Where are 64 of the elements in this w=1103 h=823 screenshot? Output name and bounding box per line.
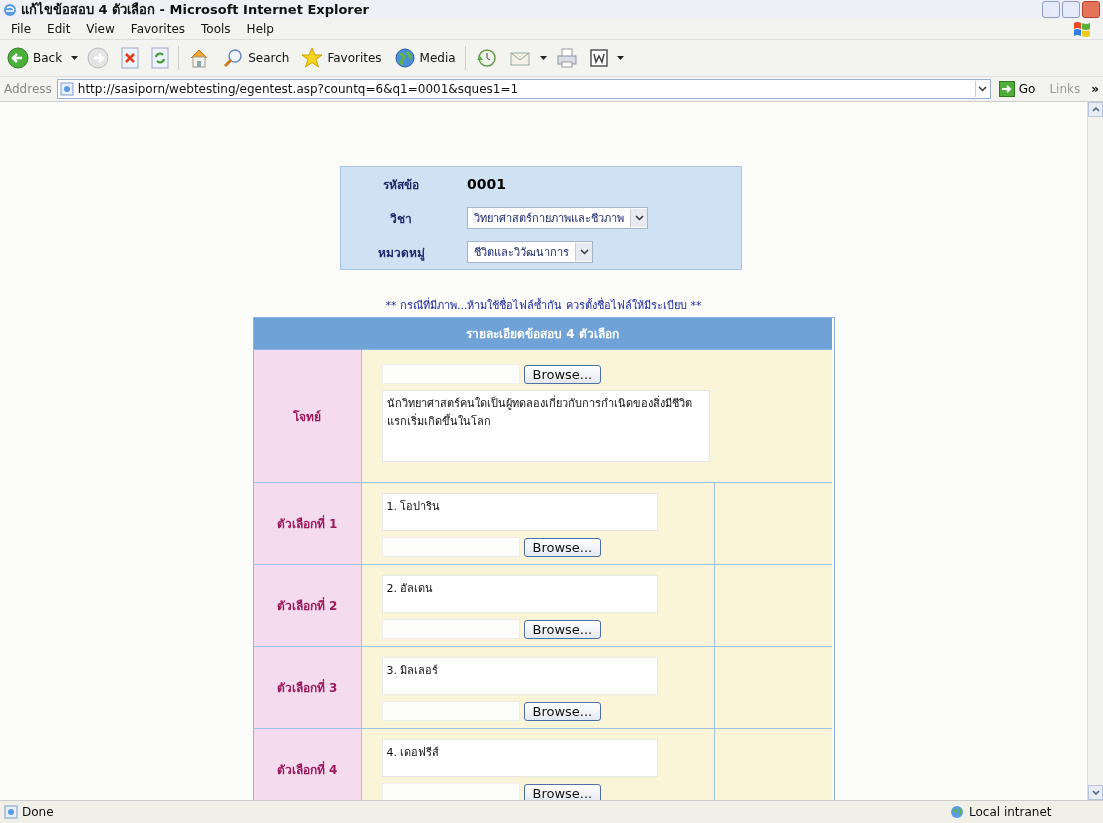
window-title: แก้ไขข้อสอบ 4 ตัวเลือก - Microsoft Internet Explorer [21, 1, 370, 19]
dropdown-field[interactable]: วิทยาศาสตร์กายภาพและชีวภาพ [467, 207, 648, 229]
toolbar-button[interactable]: Search [219, 45, 293, 71]
file-path-field[interactable] [381, 701, 520, 721]
security-zone-text: Local intranet [969, 805, 1053, 819]
question-code: 0001 [467, 176, 506, 192]
row-label: ตัวเลือกที่ 1 [253, 483, 362, 565]
go-button[interactable]: Go [995, 81, 1039, 97]
vertical-scrollbar[interactable] [1087, 102, 1103, 800]
choice-text-field[interactable]: 3. มิลเลอร์ [381, 657, 658, 695]
menu-item[interactable]: Help [239, 21, 281, 37]
printer-icon [555, 47, 578, 69]
browse-button[interactable]: Browse... [523, 364, 602, 384]
browse-button[interactable]: Browse... [523, 783, 602, 800]
stop-icon [121, 47, 140, 69]
row-label: ตัวเลือกที่ 4 [253, 729, 362, 800]
field-label: รหัสข้อ [382, 176, 420, 194]
row-label: โจทย์ [253, 350, 362, 483]
status-text: Done [22, 805, 54, 819]
table-header: รายละเอียดข้อสอบ 4 ตัวเลือก [253, 318, 832, 350]
caret-icon[interactable] [71, 56, 79, 60]
browse-button[interactable]: Browse... [523, 619, 602, 639]
note-text: ** กรณีที่มีภาพ...ห้ามใช้ชื่อไฟล์ซ้ำกัน ควรตั้งชื่อไฟล์ให้มีระเบียบ ** [385, 296, 702, 314]
browse-button[interactable]: Browse... [523, 537, 602, 557]
file-path-field[interactable] [381, 619, 520, 639]
toolbar-button[interactable]: Back [4, 45, 66, 71]
file-path-field[interactable] [381, 364, 520, 384]
document-w-icon [589, 49, 608, 67]
minimize-button[interactable] [1042, 1, 1060, 18]
field-label: หมวดหมู่ [376, 244, 426, 263]
page-icon [59, 82, 74, 96]
file-path-field[interactable] [381, 783, 520, 800]
toolbar-button[interactable]: Media [390, 45, 459, 71]
maximize-button[interactable] [1062, 1, 1080, 18]
file-path-field[interactable] [381, 537, 520, 557]
field-label: วิชา [389, 210, 413, 228]
refresh-icon [151, 47, 170, 69]
caret-icon[interactable] [539, 56, 547, 60]
menu-item[interactable]: Tools [194, 21, 238, 37]
close-button[interactable] [1082, 1, 1100, 18]
dropdown-arrow-icon[interactable] [974, 81, 990, 97]
choice-text-field[interactable]: 4. เดอฟรีส์ [381, 739, 658, 777]
menu-item[interactable]: View [79, 21, 122, 37]
dropdown-field[interactable]: ชีวิตและวิวัฒนาการ [467, 241, 593, 263]
choice-text-field[interactable]: 2. อัลเดน [381, 575, 658, 613]
search-icon [222, 47, 245, 69]
caret-icon[interactable] [616, 56, 624, 60]
menu-item[interactable]: Edit [40, 21, 78, 37]
menu-item[interactable]: Favorites [123, 21, 193, 37]
toolbar-button[interactable]: Favorites [298, 45, 385, 71]
choice-text-field[interactable]: 1. โอปาริน [381, 493, 658, 531]
address-field[interactable]: http://sasiporn/webtesting/egentest.asp?countq=6&q1=0001&sques1=1 [56, 79, 991, 99]
globe-icon [393, 47, 416, 69]
row-label: ตัวเลือกที่ 3 [253, 647, 362, 729]
menu-item[interactable]: File [4, 21, 39, 37]
question-text-field[interactable]: นักวิทยาศาสตร์คนใดเป็นผู้ทดลองเกี่ยวกับการกำเนิดของสิ่งมีชีวิตแรกเริ่มเกิดขึ้นในโลก [381, 390, 710, 462]
address-label: Address [4, 82, 52, 96]
globe-icon [949, 805, 965, 819]
browser-logo-icon [3, 2, 17, 17]
more-chevron-button[interactable]: » [1091, 82, 1099, 96]
page-icon [4, 805, 18, 819]
browse-button[interactable]: Browse... [523, 701, 602, 721]
row-label: ตัวเลือกที่ 2 [253, 565, 362, 647]
star-icon [301, 47, 324, 69]
